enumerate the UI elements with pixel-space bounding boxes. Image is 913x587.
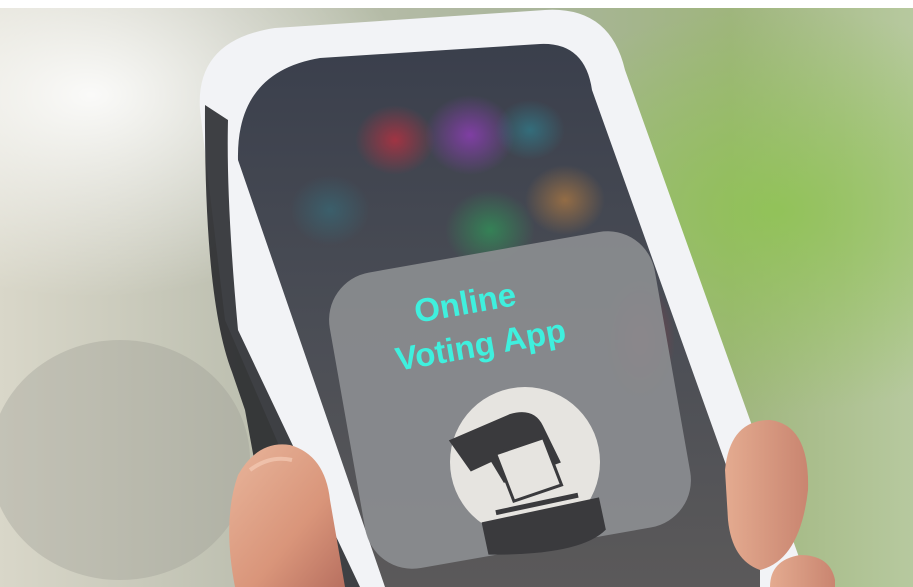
photo-scene: Online Voting App [0, 0, 913, 587]
top-white-strip [0, 0, 913, 8]
phone-photo: Online Voting App [0, 8, 913, 587]
